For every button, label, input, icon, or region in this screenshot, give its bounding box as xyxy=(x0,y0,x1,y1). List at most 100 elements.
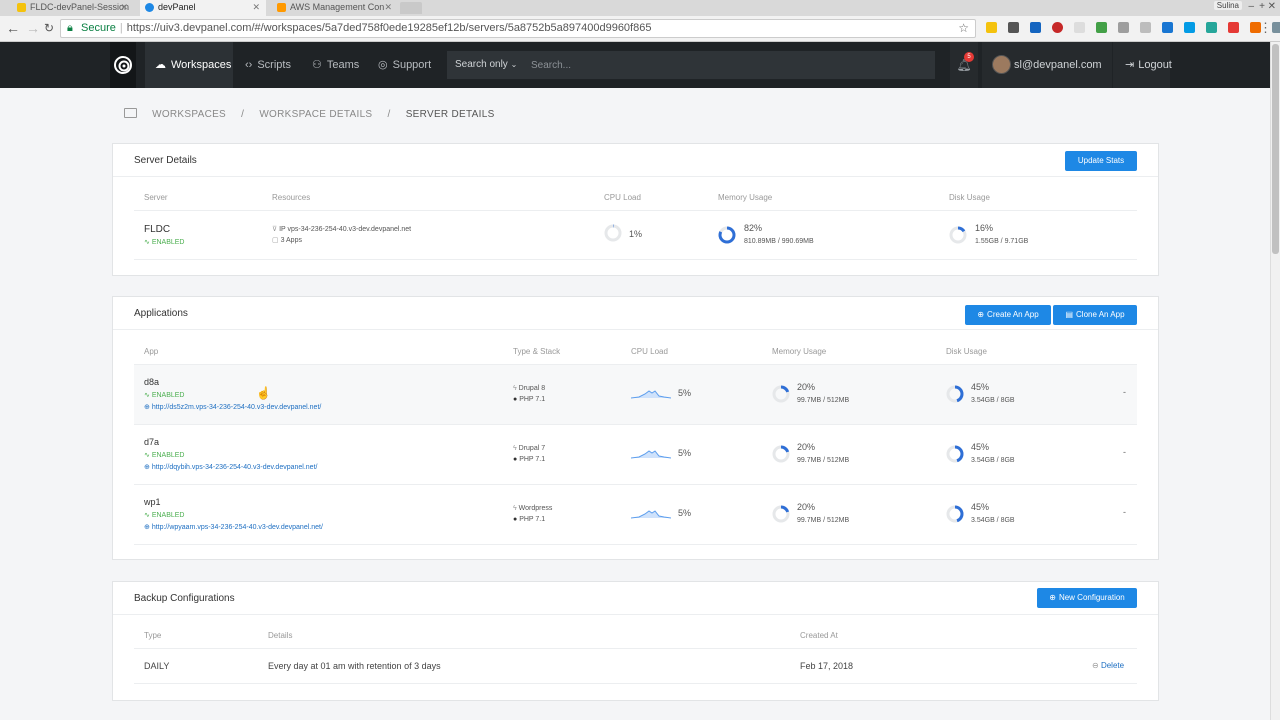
status-badge: ∿ ENABLED xyxy=(144,512,185,519)
extension-icon[interactable] xyxy=(1052,22,1063,33)
delete-backup-link[interactable]: ⊖ Delete xyxy=(1092,661,1124,670)
divider xyxy=(134,648,1137,649)
search-scope-label: Search only xyxy=(455,59,508,70)
box-icon: ▢ xyxy=(272,237,281,244)
disk-ring-gauge xyxy=(946,445,964,463)
nav-teams-label: Teams xyxy=(326,59,360,71)
column-header: Type & Stack xyxy=(513,347,561,356)
disk-detail: 1.55GB / 9.71GB xyxy=(975,238,1029,245)
calendar-icon[interactable] xyxy=(1030,22,1041,33)
update-stats-button[interactable]: Update Stats xyxy=(1065,151,1137,171)
cpu-ring-gauge xyxy=(604,224,622,242)
user-menu[interactable]: sl@devpanel.com xyxy=(982,42,1112,88)
browser-menu-icon[interactable]: ⋮ xyxy=(1259,20,1272,36)
new-tab-button[interactable] xyxy=(400,2,422,14)
extension-icon[interactable] xyxy=(1162,22,1173,33)
address-bar-row: ← → ↻ 🔒︎ Secure | https://uiv3.devpanel.co… xyxy=(0,16,1280,42)
app-navbar: ☁ Workspaces ‹› Scripts ⚇ Teams ◎ Support Se… xyxy=(0,42,1270,88)
extension-icon[interactable] xyxy=(1096,22,1107,33)
extension-icon[interactable] xyxy=(1118,22,1129,33)
logout-button[interactable]: ⇥ Logout xyxy=(1113,42,1172,88)
app-name[interactable]: d7a xyxy=(144,437,159,447)
slides-icon xyxy=(17,3,26,12)
column-header: Disk Usage xyxy=(949,193,990,202)
logout-label: Logout xyxy=(1138,59,1172,71)
extension-icon[interactable] xyxy=(1272,22,1280,33)
divider xyxy=(134,424,1137,425)
close-icon[interactable]: ✕ xyxy=(384,2,392,13)
cpu-value: 5% xyxy=(678,508,692,518)
browser-tab-2[interactable]: devPanel ✕ xyxy=(140,0,266,16)
server-name[interactable]: FLDC xyxy=(144,224,170,235)
app-url-link[interactable]: ⊕ http://dqybih.vps-34-236-254-40.v3-dev… xyxy=(144,463,317,471)
app-type: ϟ Drupal 8 xyxy=(513,385,546,392)
divider xyxy=(134,683,1137,684)
app-name[interactable]: d8a xyxy=(144,377,159,387)
extension-icon[interactable] xyxy=(1140,22,1151,33)
reload-icon[interactable]: ↻ xyxy=(44,21,54,35)
row-actions[interactable]: - xyxy=(1123,447,1126,457)
avatar xyxy=(992,55,1011,74)
row-actions[interactable]: - xyxy=(1123,387,1126,397)
memory-percent: 20% xyxy=(797,382,816,392)
forward-arrow-icon[interactable]: → xyxy=(26,20,40,36)
browser-tab-3[interactable]: AWS Management Con ✕ xyxy=(272,0,398,16)
minimize-icon[interactable]: – xyxy=(1248,1,1254,12)
search-input[interactable] xyxy=(523,51,935,79)
lock-icon: 🔒︎ xyxy=(67,22,73,34)
back-arrow-icon[interactable]: ← xyxy=(6,20,20,36)
nav-support[interactable]: ◎ Support xyxy=(368,42,441,88)
url-field[interactable]: 🔒︎ Secure | https://uiv3.devpanel.com/#/wo… xyxy=(60,19,976,38)
clone-app-button[interactable]: ▤ Clone An App xyxy=(1053,305,1137,325)
extension-icon[interactable] xyxy=(1228,22,1239,33)
notifications-button[interactable]: 🔔︎ 5 xyxy=(950,42,978,88)
plus-circle-icon: ⊕ xyxy=(977,310,985,319)
folder-icon xyxy=(124,108,137,118)
panel-title: Backup Configurations xyxy=(134,593,235,604)
bookmark-star-icon[interactable]: ☆ xyxy=(958,20,969,37)
app-url-link[interactable]: ⊕ http://wpyaam.vps-34-236-254-40.v3-dev… xyxy=(144,523,323,531)
extension-icon[interactable] xyxy=(1206,22,1217,33)
nav-workspaces[interactable]: ☁ Workspaces xyxy=(145,42,233,88)
disk-percent: 45% xyxy=(971,442,990,452)
minus-circle-icon: ⊖ xyxy=(1092,661,1101,670)
swirl-logo-icon[interactable] xyxy=(110,42,136,88)
disk-detail: 3.54GB / 8GB xyxy=(971,457,1015,464)
close-icon[interactable]: ✕ xyxy=(120,2,128,13)
server-apps-count: ▢ 3 Apps xyxy=(272,237,302,244)
create-app-button[interactable]: ⊕ Create An App xyxy=(965,305,1051,325)
memory-percent: 82% xyxy=(744,223,763,233)
breadcrumb-separator: / xyxy=(387,109,391,120)
browser-tab-bar: FLDC-devPanel-Session ✕ devPanel ✕ AWS M… xyxy=(0,0,1280,16)
page-scrollbar[interactable] xyxy=(1270,42,1280,720)
memory-ring-gauge xyxy=(772,445,790,463)
extension-icon[interactable] xyxy=(1184,22,1195,33)
browser-tab-title: devPanel xyxy=(158,2,196,12)
nav-scripts[interactable]: ‹› Scripts xyxy=(235,42,301,88)
hand-cursor-icon: ☝ xyxy=(256,386,271,400)
profile-chip[interactable]: Sulina xyxy=(1213,1,1242,10)
memory-detail: 810.89MB / 990.69MB xyxy=(744,238,814,245)
close-icon[interactable]: ✕ xyxy=(252,2,260,13)
extension-icon[interactable] xyxy=(1074,22,1085,33)
extension-icon[interactable] xyxy=(1008,22,1019,33)
scrollbar-thumb[interactable] xyxy=(1272,44,1279,254)
column-header: CPU Load xyxy=(631,347,668,356)
search-scope-dropdown[interactable]: Search only ⌄ xyxy=(447,51,523,79)
app-name[interactable]: wp1 xyxy=(144,497,161,507)
row-actions[interactable]: - xyxy=(1123,507,1126,517)
cpu-sparkline xyxy=(631,510,671,519)
breadcrumb: WORKSPACES / WORKSPACE DETAILS / SERVER … xyxy=(124,108,495,120)
breadcrumb-workspace-details[interactable]: WORKSPACE DETAILS xyxy=(259,109,372,120)
user-email: sl@devpanel.com xyxy=(1014,59,1102,71)
new-configuration-button[interactable]: ⊕ New Configuration xyxy=(1037,588,1137,608)
extension-icon[interactable] xyxy=(986,22,997,33)
maximize-icon[interactable]: + xyxy=(1259,1,1265,12)
column-header: Details xyxy=(268,631,293,640)
column-header: Created At xyxy=(800,631,838,640)
app-url-link[interactable]: ⊕ http://ds5z2m.vps-34-236-254-40.v3-dev… xyxy=(144,403,321,411)
browser-tab-1[interactable]: FLDC-devPanel-Session ✕ xyxy=(12,0,134,16)
nav-teams[interactable]: ⚇ Teams xyxy=(302,42,369,88)
close-window-icon[interactable]: ✕ xyxy=(1268,1,1276,12)
breadcrumb-workspaces[interactable]: WORKSPACES xyxy=(152,109,226,120)
